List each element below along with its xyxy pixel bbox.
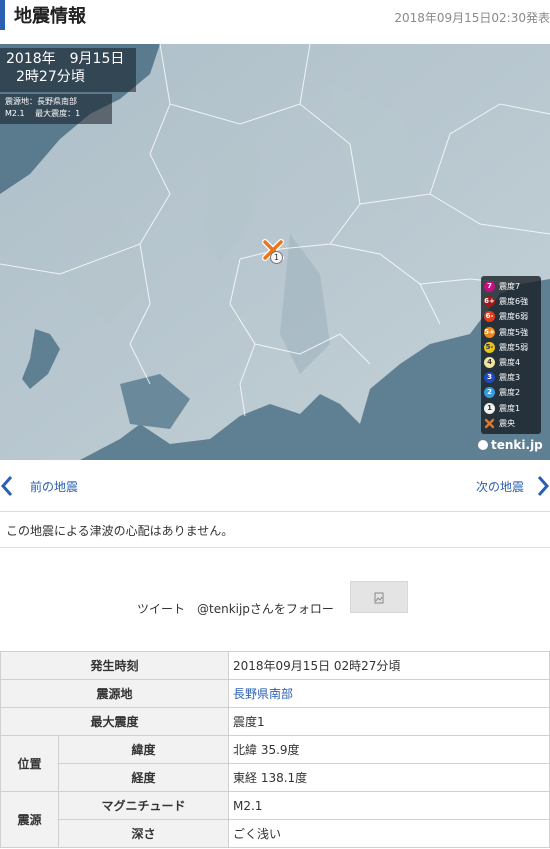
legend-item: 5+ 震度5強: [484, 325, 538, 340]
epicenter-legend-icon: [484, 418, 495, 428]
chevron-left-icon: [0, 476, 13, 496]
published-timestamp: 2018年09月15日02:30発表: [394, 11, 550, 25]
legend-intensity-icon: 2: [484, 387, 495, 399]
legend-item: 4 震度4: [484, 355, 538, 370]
prev-quake-label: 前の地震: [30, 479, 79, 494]
legend-label: 震度5弱: [499, 342, 529, 352]
social-share: ツイート @tenkijpさんをフォロー: [0, 580, 550, 620]
map-date: 2018年 9月15日: [6, 51, 125, 67]
epicenter-label: 震源地: [0, 679, 229, 708]
legend-item: 5- 震度5弱: [484, 340, 538, 355]
map-summary-box: 震源地：長野県南部 M2.1 最大震度：1: [0, 94, 112, 124]
max-intensity-label: 最大震度: [0, 707, 229, 736]
image-icon: [374, 592, 384, 604]
brand-text: tenki.jp: [491, 438, 543, 452]
legend-intensity-icon: 5+: [484, 326, 495, 338]
tweet-button[interactable]: ツイート: [137, 600, 185, 617]
legend-item: 震央: [484, 416, 538, 431]
next-quake-link[interactable]: 次の地震: [476, 472, 550, 500]
legend-label: 震度6強: [499, 297, 529, 307]
legend-intensity-icon: 1: [484, 402, 495, 414]
legend-intensity-icon: 5-: [484, 341, 495, 353]
legend-label: 震度2: [499, 388, 521, 398]
longitude-value: 東経 138.1度: [228, 763, 550, 792]
map-datetime-box: 2018年 9月15日 2時27分頃: [0, 48, 136, 92]
legend-item: 6+ 震度6強: [484, 294, 538, 309]
follow-button[interactable]: @tenkijpさんをフォロー: [197, 600, 334, 617]
longitude-label: 経度: [58, 763, 229, 792]
occurred-label: 発生時刻: [0, 651, 229, 680]
occurred-value: 2018年09月15日 02時27分頃: [228, 651, 550, 680]
legend-intensity-icon: 3: [484, 372, 495, 384]
map-time: 2時27分頃: [16, 69, 85, 85]
tenki-logo-icon: [478, 440, 488, 450]
legend-label: 震度7: [499, 282, 521, 292]
table-row: 位置 緯度 北緯 35.9度: [0, 735, 550, 792]
map-epicenter-text: 震源地：長野県南部: [5, 97, 77, 106]
table-row: 震源地 長野県南部: [0, 679, 550, 708]
legend-label: 震度6弱: [499, 312, 529, 322]
latitude-value: 北緯 35.9度: [228, 735, 550, 764]
max-intensity-value: 震度1: [228, 707, 550, 736]
table-row: 経度 東経 138.1度: [1, 763, 550, 792]
table-row: 深さ ごく浅い: [1, 819, 550, 848]
legend-item: 2 震度2: [484, 385, 538, 400]
legend-label: 震度3: [499, 373, 521, 383]
legend-item: 3 震度3: [484, 370, 538, 385]
legend-label: 震度4: [499, 358, 521, 368]
page-title: 地震情報: [14, 6, 86, 27]
position-label: 位置: [0, 735, 59, 792]
intensity-marker: 1: [270, 251, 283, 264]
earthquake-details-table: 発生時刻 2018年09月15日 02時27分頃 震源地 長野県南部 最大震度 …: [0, 651, 550, 848]
depth-label: 深さ: [58, 819, 229, 848]
legend-item: 6- 震度6弱: [484, 309, 538, 324]
tsunami-notice: この地震による津波の心配はありません。: [0, 512, 550, 548]
magnitude-label: マグニチュード: [58, 791, 229, 820]
header-accent-bar: [0, 0, 5, 30]
legend-intensity-icon: 6+: [484, 296, 495, 308]
legend-item: 7 震度7: [484, 279, 538, 294]
legend-label: 震央: [499, 418, 515, 428]
intensity-legend: 7 震度7 6+ 震度6強 6- 震度6弱 5+ 震度5強 5- 震度5弱 4 震度4 3 震度3 2 震度2…: [481, 276, 541, 434]
prev-quake-link[interactable]: 前の地震: [0, 472, 78, 500]
epicenter-link[interactable]: 長野県南部: [228, 679, 550, 708]
legend-intensity-icon: 4: [484, 357, 495, 369]
table-row: 最大震度 震度1: [0, 707, 550, 736]
quake-navigation: 前の地震 次の地震: [0, 460, 550, 512]
legend-intensity-icon: 7: [484, 281, 495, 293]
next-quake-label: 次の地震: [475, 479, 524, 494]
table-row: 震源 マグニチュード M2.1: [0, 791, 550, 848]
legend-label: 震度5強: [499, 327, 529, 337]
broken-image-placeholder: [350, 581, 408, 613]
source-label: 震源: [0, 791, 59, 848]
brand-logo: tenki.jp: [478, 438, 543, 452]
latitude-label: 緯度: [58, 735, 229, 764]
page-header: 地震情報 2018年09月15日02:30発表: [0, 0, 550, 44]
earthquake-map: 2018年 9月15日 2時27分頃 震源地：長野県南部 M2.1 最大震度：1…: [0, 44, 550, 460]
legend-item: 1 震度1: [484, 401, 538, 416]
magnitude-value: M2.1: [228, 791, 550, 820]
table-row: 発生時刻 2018年09月15日 02時27分頃: [0, 651, 550, 680]
legend-label: 震度1: [499, 403, 521, 413]
chevron-right-icon: [537, 476, 550, 496]
map-magnitude-text: M2.1 最大震度：1: [5, 109, 81, 118]
legend-intensity-icon: 6-: [484, 311, 495, 323]
depth-value: ごく浅い: [228, 819, 550, 848]
